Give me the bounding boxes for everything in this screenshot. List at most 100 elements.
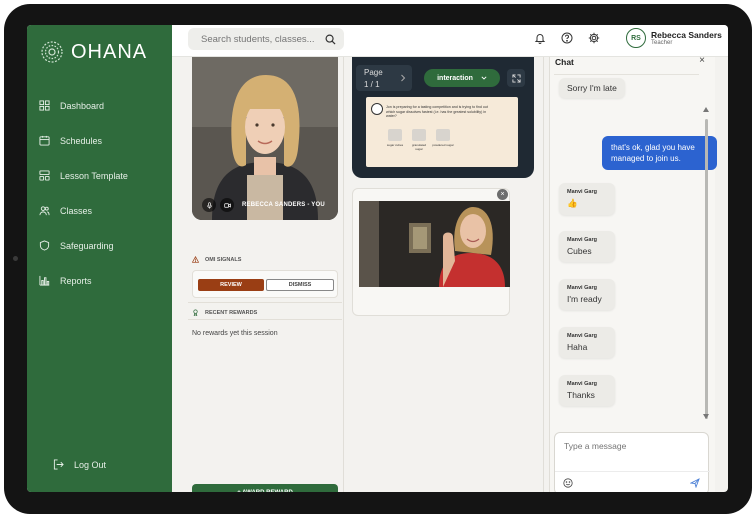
logo: OHANA bbox=[39, 39, 147, 65]
template-icon bbox=[39, 170, 50, 181]
worksheet-question: Jon is preparing for a tasting competiti… bbox=[386, 105, 488, 118]
chevron-right-icon bbox=[401, 74, 406, 82]
self-video-tile: REBECCA SANDERS - YOU bbox=[192, 57, 338, 220]
sidebar-item-schedules[interactable]: Schedules bbox=[27, 123, 172, 158]
sidebar-item-label: Safeguarding bbox=[60, 240, 114, 251]
recent-rewards-header: RECENT REWARDS bbox=[192, 309, 257, 316]
sidebar-item-safeguarding[interactable]: Safeguarding bbox=[27, 228, 172, 263]
sidebar-item-label: Lesson Template bbox=[60, 170, 128, 181]
help-icon[interactable] bbox=[561, 32, 573, 44]
avatar: RS bbox=[626, 28, 646, 48]
next-page-button[interactable] bbox=[394, 65, 412, 91]
emoji-icon[interactable] bbox=[563, 478, 573, 488]
user-name: Rebecca Sanders bbox=[651, 30, 722, 40]
message-text: I'm ready bbox=[567, 294, 602, 304]
sidebar-item-reports[interactable]: Reports bbox=[27, 263, 172, 298]
omi-signals-header: OMI SIGNALS bbox=[192, 256, 241, 263]
self-video-controls: REBECCA SANDERS - YOU bbox=[202, 198, 325, 212]
message-text: 👍 bbox=[567, 198, 578, 208]
camera-dot bbox=[13, 256, 18, 261]
scroll-down-icon[interactable] bbox=[703, 414, 709, 419]
sidebar-item-lesson-template[interactable]: Lesson Template bbox=[27, 158, 172, 193]
lesson-document-viewer: Page 1 / 1 interaction Jon is preparing … bbox=[352, 57, 534, 178]
divider bbox=[555, 471, 710, 472]
interaction-mode-dropdown[interactable]: interaction bbox=[424, 69, 500, 87]
divider bbox=[188, 302, 342, 303]
mic-toggle[interactable] bbox=[202, 198, 216, 212]
rewards-empty-text: No rewards yet this session bbox=[192, 330, 278, 337]
message-input[interactable] bbox=[564, 441, 694, 451]
self-video-label: REBECCA SANDERS - YOU bbox=[242, 202, 325, 208]
close-chat-button[interactable]: × bbox=[699, 55, 705, 66]
sidebar-item-dashboard[interactable]: Dashboard bbox=[27, 88, 172, 123]
chat-message-sent: that's ok, glad you have managed to join… bbox=[602, 136, 717, 170]
option-image bbox=[388, 129, 402, 141]
recent-rewards-title: RECENT REWARDS bbox=[205, 309, 258, 316]
option-image bbox=[436, 129, 450, 141]
interaction-mode-label: interaction bbox=[437, 74, 473, 82]
grid-icon bbox=[39, 100, 50, 111]
sidebar-nav: Dashboard Schedules Lesson Template Clas… bbox=[27, 88, 172, 298]
divider bbox=[554, 74, 699, 75]
self-video-feed bbox=[192, 57, 338, 220]
chat-title: Chat bbox=[555, 57, 574, 67]
student-video-tile bbox=[359, 201, 510, 287]
user-menu[interactable]: RS Rebecca Sanders Teacher bbox=[626, 28, 722, 48]
chat-message: Manvi Garg 👍 bbox=[559, 183, 615, 215]
microphone-icon bbox=[206, 201, 212, 209]
message-sender: Manvi Garg bbox=[567, 333, 597, 339]
chat-scrollbar[interactable] bbox=[705, 119, 708, 419]
sidebar-item-label: Schedules bbox=[60, 135, 103, 146]
option-label: powdered sugar bbox=[432, 143, 454, 147]
message-text: that's ok, glad you have managed to join… bbox=[611, 143, 695, 163]
scroll-up-icon[interactable] bbox=[703, 107, 709, 112]
column-divider bbox=[543, 57, 544, 492]
message-text: Sorry I'm late bbox=[567, 83, 617, 93]
user-role: Teacher bbox=[651, 40, 673, 46]
warning-icon bbox=[192, 256, 199, 263]
gear-icon[interactable] bbox=[588, 32, 600, 44]
award-reward-button[interactable]: + AWARD REWARD bbox=[192, 484, 338, 492]
sidebar-item-label: Reports bbox=[60, 275, 92, 286]
fullscreen-button[interactable] bbox=[507, 69, 525, 87]
expand-icon bbox=[511, 73, 521, 83]
message-sender: Manvi Garg bbox=[567, 381, 597, 387]
ohana-logo-icon bbox=[41, 41, 63, 63]
chat-message: Manvi Garg Haha bbox=[559, 327, 615, 358]
student-video-feed bbox=[359, 201, 510, 287]
left-panel: REBECCA SANDERS - YOU OMI SIGNALS REVIEW… bbox=[188, 57, 342, 492]
app-screen: OHANA Dashboard Schedules Lesson Templat… bbox=[27, 25, 728, 492]
users-icon bbox=[39, 205, 50, 216]
sidebar-item-label: Classes bbox=[60, 205, 93, 216]
top-header: RS Rebecca Sanders Teacher bbox=[172, 25, 728, 57]
send-icon[interactable] bbox=[690, 478, 700, 488]
worksheet-page: Jon is preparing for a tasting competiti… bbox=[366, 97, 518, 167]
omi-signals-title: OMI SIGNALS bbox=[205, 256, 242, 263]
chat-message: Manvi Garg Cubes bbox=[559, 231, 615, 262]
message-sender: Manvi Garg bbox=[567, 189, 597, 195]
message-text: Haha bbox=[567, 342, 588, 352]
sidebar-item-label: Dashboard bbox=[60, 100, 105, 111]
logout-label: Log Out bbox=[74, 459, 107, 470]
bar-chart-icon bbox=[39, 275, 50, 286]
search-input[interactable] bbox=[201, 33, 321, 45]
dismiss-button[interactable]: DISMISS bbox=[266, 279, 334, 291]
option-label: sugar cubes bbox=[386, 143, 404, 147]
search-icon[interactable] bbox=[325, 34, 336, 45]
logout-button[interactable]: Log Out bbox=[53, 459, 106, 470]
review-button[interactable]: REVIEW bbox=[198, 279, 264, 291]
camera-toggle[interactable] bbox=[220, 198, 234, 212]
bell-icon[interactable] bbox=[534, 32, 546, 44]
brand-name: OHANA bbox=[71, 40, 148, 63]
video-camera-icon bbox=[223, 202, 231, 208]
sidebar: OHANA Dashboard Schedules Lesson Templat… bbox=[27, 25, 172, 492]
chat-message: Manvi Garg I'm ready bbox=[559, 279, 615, 310]
character-icon bbox=[371, 103, 383, 115]
shield-icon bbox=[39, 240, 50, 251]
sidebar-item-classes[interactable]: Classes bbox=[27, 193, 172, 228]
calendar-icon bbox=[39, 135, 50, 146]
search-box bbox=[188, 28, 344, 50]
chat-message: Manvi Garg Thanks bbox=[559, 375, 615, 406]
omi-signals-panel: REVIEW DISMISS bbox=[192, 270, 338, 298]
close-video-button[interactable]: × bbox=[497, 189, 508, 200]
